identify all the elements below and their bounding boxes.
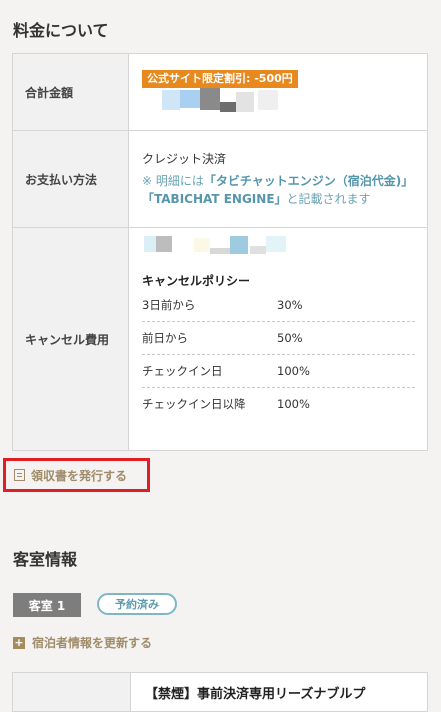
plus-icon: +: [13, 635, 25, 649]
policy-row: チェックイン日 100%: [142, 355, 415, 388]
policy-rate: 30%: [277, 298, 303, 312]
room-plan-name: 【禁煙】事前決済専用リーズナブルプ: [145, 687, 366, 702]
issue-receipt-label: 領収書を発行する: [31, 468, 128, 483]
issue-receipt-link[interactable]: 領収書を発行する: [3, 458, 150, 492]
reservation-status-badge: 予約済み: [97, 593, 177, 615]
policy-rate: 100%: [277, 364, 310, 378]
room-tag: 客室 1: [13, 593, 81, 617]
fee-section-title: 料金について: [13, 21, 109, 40]
document-icon: [14, 469, 25, 481]
policy-rate: 100%: [277, 397, 310, 411]
room-plan-label-cell: [13, 673, 131, 711]
update-guest-info-label: 宿泊者情報を更新する: [32, 636, 153, 650]
fee-table: 合計金額 公式サイト限定割引: -500円 お支払い方法 クレジット決済 ※ 明…: [12, 53, 428, 451]
cancel-policy-list: 3日前から 30% 前日から 50% チェックイン日 100% チェックイン日以…: [142, 289, 415, 420]
statement-note-suffix: と記載されます: [286, 192, 371, 206]
payment-method-label: お支払い方法: [12, 130, 129, 228]
payment-method-cell: クレジット決済 ※ 明細には「タビチャットエンジン（宿泊代金)」「TABICHA…: [128, 130, 428, 228]
room-plan-table: 【禁煙】事前決済専用リーズナブルプ: [12, 672, 428, 712]
policy-rate: 50%: [277, 331, 303, 345]
total-amount-blurred: [142, 88, 415, 114]
total-amount-cell: 公式サイト限定割引: -500円: [128, 53, 428, 131]
statement-note: ※ 明細には「タビチャットエンジン（宿泊代金)」「TABICHAT ENGINE…: [142, 172, 415, 208]
payment-method-value: クレジット決済: [142, 152, 227, 166]
policy-when: 前日から: [142, 331, 188, 345]
policy-when: チェックイン日以降: [142, 397, 246, 411]
policy-row: チェックイン日以降 100%: [142, 388, 415, 420]
update-guest-info-link[interactable]: + 宿泊者情報を更新する: [13, 634, 152, 651]
discount-badge: 公式サイト限定割引: -500円: [142, 70, 298, 88]
room-section-title: 客室情報: [13, 550, 78, 569]
policy-row: 3日前から 30%: [142, 289, 415, 322]
total-amount-label: 合計金額: [12, 53, 129, 131]
cancel-policy-title: キャンセルポリシー: [142, 274, 251, 288]
policy-when: 3日前から: [142, 298, 196, 312]
policy-row: 前日から 50%: [142, 322, 415, 355]
statement-note-prefix: ※ 明細には: [142, 174, 204, 188]
cancel-fee-label: キャンセル費用: [12, 227, 129, 451]
cancel-fee-blurred: [142, 234, 415, 258]
policy-when: チェックイン日: [142, 364, 223, 378]
cancel-fee-cell: キャンセルポリシー 3日前から 30% 前日から 50% チェックイン日 100…: [128, 227, 428, 451]
